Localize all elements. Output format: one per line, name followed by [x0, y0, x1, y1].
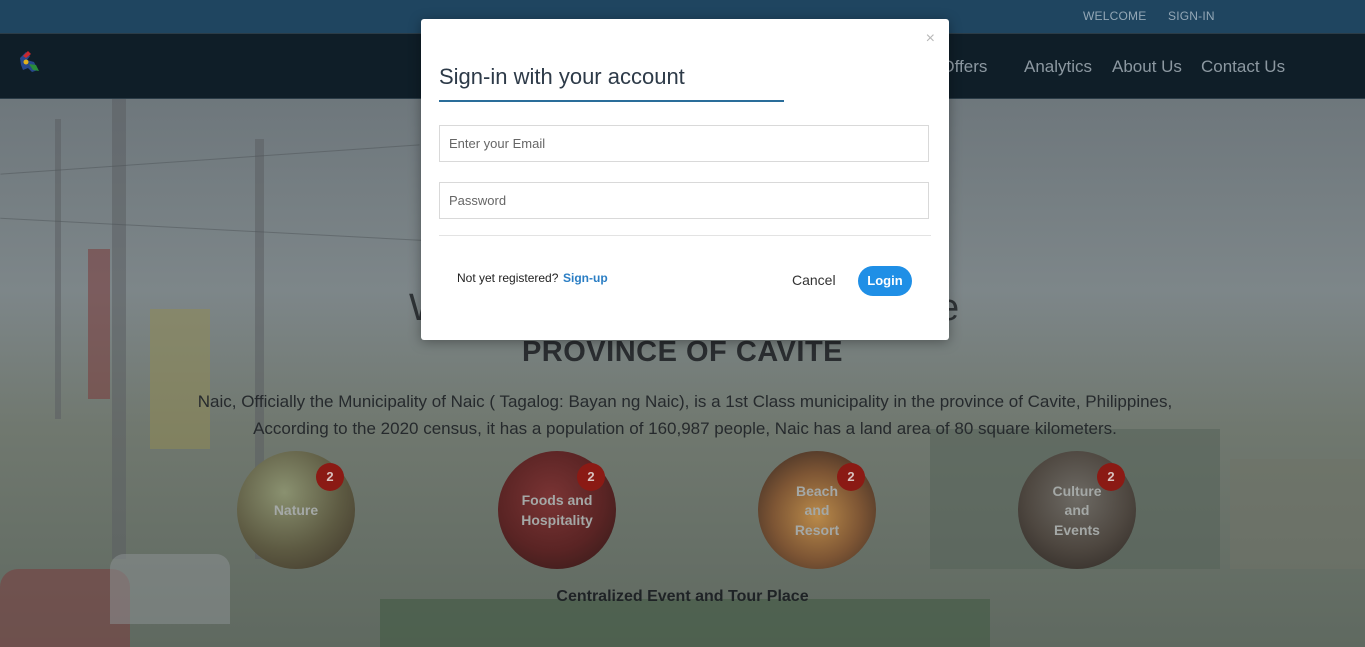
welcome-link[interactable]: WELCOME	[1083, 9, 1146, 23]
nav-analytics[interactable]: Analytics	[1024, 57, 1092, 77]
storefront-sign	[88, 249, 110, 399]
category-label: Hospitality	[521, 512, 593, 528]
sign-in-modal: × Sign-in with your account Not yet regi…	[421, 19, 949, 340]
category-count-badge: 2	[837, 463, 865, 491]
sign-up-link[interactable]: Sign-up	[563, 271, 608, 285]
close-icon[interactable]: ×	[926, 30, 935, 48]
password-field[interactable]	[439, 182, 929, 219]
category-label: and	[1064, 502, 1090, 518]
roadside-greenery	[380, 599, 990, 647]
utility-pole	[55, 119, 61, 419]
category-beach-resort[interactable]: Beach and Resort 2	[758, 451, 876, 569]
nav-about-us[interactable]: About Us	[1112, 57, 1182, 77]
category-culture-events[interactable]: Culture and Events 2	[1018, 451, 1136, 569]
hero-subtitle: PROVINCE OF CAVITE	[521, 336, 844, 368]
modal-title: Sign-in with your account	[439, 64, 685, 89]
power-line	[0, 144, 420, 175]
category-label: Nature	[273, 502, 319, 518]
utility-pole	[112, 99, 126, 559]
sign-in-link[interactable]: SIGN-IN	[1168, 9, 1215, 23]
site-logo[interactable]	[12, 46, 46, 80]
cancel-button[interactable]: Cancel	[792, 272, 836, 288]
category-label: Events	[1054, 522, 1100, 538]
category-count-badge: 2	[316, 463, 344, 491]
hero-description: Naic, Officially the Municipality of Nai…	[160, 388, 1210, 442]
modal-divider	[439, 235, 931, 236]
category-label: Foods and	[521, 492, 593, 508]
category-label: Resort	[794, 522, 840, 538]
email-field[interactable]	[439, 125, 929, 162]
category-count-badge: 2	[1097, 463, 1125, 491]
login-button[interactable]: Login	[858, 266, 912, 296]
hero-tagline: Centralized Event and Tour Place	[556, 588, 809, 605]
category-count-badge: 2	[577, 463, 605, 491]
category-nature[interactable]: Nature 2	[237, 451, 355, 569]
title-underline	[439, 100, 784, 102]
hero-description-line: Naic, Officially the Municipality of Nai…	[197, 392, 1173, 411]
power-line	[0, 217, 430, 242]
category-foods-hospitality[interactable]: Foods and Hospitality 2	[498, 451, 616, 569]
register-prompt: Not yet registered?	[457, 271, 559, 285]
category-label: and	[804, 502, 830, 518]
nav-contact-us[interactable]: Contact Us	[1201, 57, 1285, 77]
building	[1230, 459, 1365, 569]
hero-description-line: According to the 2020 census, it has a p…	[253, 419, 1117, 438]
